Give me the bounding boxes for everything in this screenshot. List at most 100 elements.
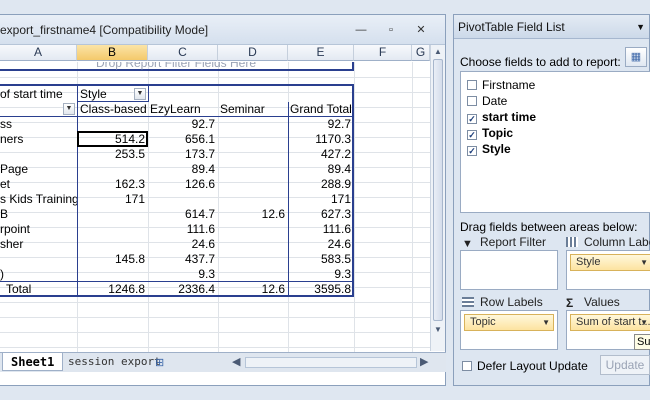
field-style[interactable]: ✓ Style <box>467 142 511 158</box>
cell-b[interactable] <box>77 206 148 222</box>
cell-c[interactable]: 437.7 <box>148 251 218 267</box>
column-labels-area[interactable]: Style ▼ <box>566 250 650 290</box>
cell-e[interactable]: 583.5 <box>288 251 354 267</box>
cell-b[interactable] <box>77 266 148 282</box>
field-topic[interactable]: ✓ Topic <box>467 126 513 142</box>
total-b[interactable]: 1246.8 <box>77 281 148 297</box>
checkbox-icon[interactable] <box>467 96 477 106</box>
chip-dropdown-icon[interactable]: ▼ <box>640 255 648 270</box>
scroll-up-icon[interactable]: ▲ <box>431 47 445 56</box>
cell-d[interactable] <box>218 236 288 252</box>
field-firstname[interactable]: Firstname <box>467 78 535 94</box>
cell-e[interactable]: 171 <box>288 191 354 207</box>
cell-c[interactable]: 614.7 <box>148 206 218 222</box>
cell-b[interactable]: 253.5 <box>77 146 148 162</box>
field-layout-button[interactable]: ▦ <box>625 47 647 67</box>
minimize-button[interactable]: — <box>354 24 368 36</box>
cell-e[interactable]: 111.6 <box>288 221 354 237</box>
panel-titlebar: PivotTable Field List ▼ <box>454 15 649 39</box>
sum-start-time-chip[interactable]: Sum of start t... ▼ <box>570 314 650 331</box>
vertical-scrollbar[interactable]: ▲ ▼ <box>430 45 445 351</box>
cell-e[interactable]: 92.7 <box>288 116 354 132</box>
row-labels-area[interactable]: Topic ▼ <box>460 310 558 350</box>
cell-d[interactable] <box>218 251 288 267</box>
cell-e[interactable]: 89.4 <box>288 161 354 177</box>
defer-layout-update[interactable]: Defer Layout Update <box>462 359 588 373</box>
cell-b[interactable]: 171 <box>77 191 148 207</box>
cell-c[interactable]: 656.1 <box>148 131 218 147</box>
cell-d[interactable] <box>218 131 288 147</box>
cell-d[interactable] <box>218 161 288 177</box>
col-header-a[interactable]: A <box>0 45 77 61</box>
cell-d[interactable] <box>218 146 288 162</box>
cell-e[interactable]: 288.9 <box>288 176 354 192</box>
panel-menu-chevron-icon[interactable]: ▼ <box>636 15 645 39</box>
cell-b[interactable]: 162.3 <box>77 176 148 192</box>
cell-e[interactable]: 427.2 <box>288 146 354 162</box>
cell-b[interactable] <box>77 116 148 132</box>
cell-e[interactable]: 1170.3 <box>288 131 354 147</box>
col-header-f[interactable]: F <box>354 45 412 61</box>
checkbox-icon[interactable] <box>467 80 477 90</box>
cell-c[interactable] <box>148 191 218 207</box>
sheet-tab-session-export[interactable]: session export <box>60 353 169 371</box>
total-e[interactable]: 3595.8 <box>288 281 354 297</box>
topic-field-chip[interactable]: Topic ▼ <box>464 314 554 331</box>
report-filter-area[interactable] <box>460 250 558 290</box>
hscroll-left-icon[interactable]: ◀ <box>232 355 240 368</box>
insert-sheet-icon[interactable]: ⊞ <box>155 356 164 369</box>
cell-e[interactable]: 24.6 <box>288 236 354 252</box>
cell-c[interactable]: 89.4 <box>148 161 218 177</box>
values-area[interactable]: Sum of start t...▼ Sun <box>566 310 650 350</box>
col-header-g[interactable]: G <box>412 45 430 61</box>
filter-icon: ▼ <box>462 238 473 250</box>
scroll-down-icon[interactable]: ▼ <box>431 325 445 334</box>
cell-c[interactable]: 173.7 <box>148 146 218 162</box>
scrollbar-thumb[interactable] <box>433 59 443 321</box>
cell-e[interactable]: 9.3 <box>288 266 354 282</box>
field-start-time[interactable]: ✓ start time <box>467 110 536 126</box>
checkbox-checked-icon[interactable]: ✓ <box>467 146 477 156</box>
cell-b[interactable] <box>77 236 148 252</box>
cell-c[interactable]: 111.6 <box>148 221 218 237</box>
cell-e[interactable]: 627.3 <box>288 206 354 222</box>
col-header-e[interactable]: E <box>288 45 354 61</box>
update-button[interactable]: Update <box>600 355 650 375</box>
chip-dropdown-icon[interactable]: ▼ <box>542 315 550 330</box>
cell-c[interactable]: 24.6 <box>148 236 218 252</box>
horizontal-scrollbar[interactable] <box>245 357 417 368</box>
checkbox-checked-icon[interactable]: ✓ <box>467 130 477 140</box>
cell-d[interactable] <box>218 116 288 132</box>
style-field-chip[interactable]: Style ▼ <box>570 254 650 271</box>
row-labels-filter-dropdown[interactable]: ▼ <box>63 103 75 115</box>
checkbox-icon[interactable] <box>462 361 472 371</box>
col-header-c[interactable]: C <box>148 45 218 61</box>
cell-d[interactable] <box>218 191 288 207</box>
total-d[interactable]: 12.6 <box>218 281 288 297</box>
report-filter-drop-zone[interactable]: Drop Report Filter Fields Here <box>0 62 354 71</box>
checkbox-checked-icon[interactable]: ✓ <box>467 114 477 124</box>
field-label: Topic <box>482 126 514 140</box>
chip-dropdown-icon[interactable]: ▼ <box>640 315 648 330</box>
cell-c[interactable]: 126.6 <box>148 176 218 192</box>
pivot-row-field-label: of start time <box>0 87 63 101</box>
cell-b[interactable]: 145.8 <box>77 251 148 267</box>
cell-b[interactable] <box>77 161 148 177</box>
cell-b[interactable] <box>77 221 148 237</box>
worksheet-grid[interactable]: Drop Report Filter Fields Here of start … <box>0 62 430 352</box>
field-date[interactable]: Date <box>467 94 507 110</box>
restore-button[interactable]: ▫ <box>384 24 398 36</box>
cell-c[interactable]: 92.7 <box>148 116 218 132</box>
active-cell-b[interactable]: 514.2 <box>77 131 148 147</box>
total-c[interactable]: 2336.4 <box>148 281 218 297</box>
sheet-tab-sheet1[interactable]: Sheet1 <box>2 353 64 371</box>
cell-d[interactable] <box>218 176 288 192</box>
hscroll-right-icon[interactable]: ▶ <box>420 355 428 368</box>
close-button[interactable]: ✕ <box>414 24 428 36</box>
cell-c[interactable]: 9.3 <box>148 266 218 282</box>
col-header-b[interactable]: B <box>77 45 148 61</box>
cell-d[interactable] <box>218 221 288 237</box>
cell-d[interactable] <box>218 266 288 282</box>
cell-d[interactable]: 12.6 <box>218 206 288 222</box>
col-header-d[interactable]: D <box>218 45 288 61</box>
